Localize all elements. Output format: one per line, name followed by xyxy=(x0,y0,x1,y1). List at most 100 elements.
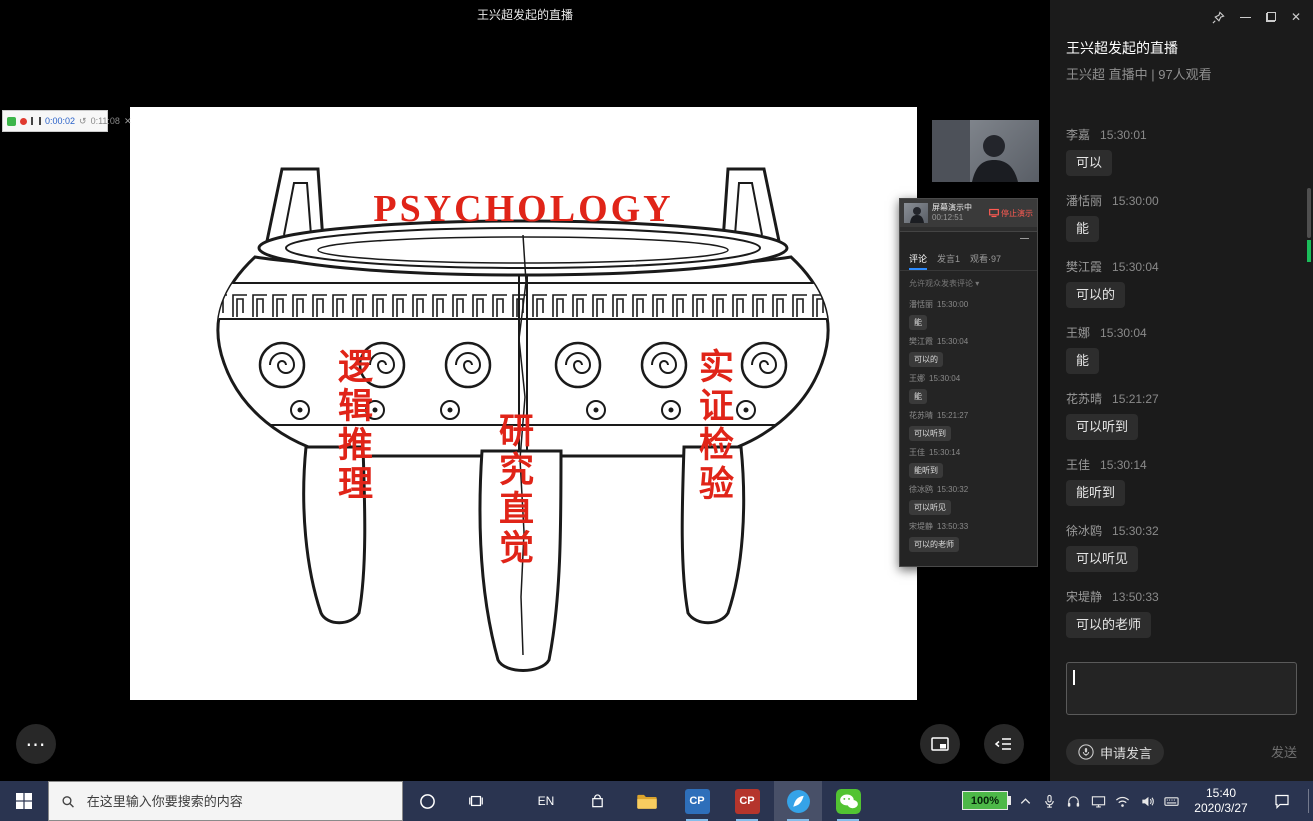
message-bubble: 可以的老师 xyxy=(1066,612,1151,638)
mini-chat-message: 徐冰鸥 15:30:32 可以听见 xyxy=(909,484,1028,517)
tray-network-icon[interactable] xyxy=(1113,793,1131,809)
mini-chat-message: 宋堤静13:50:33 可以的老师 xyxy=(909,521,1028,554)
mini-message-bubble: 能听到 xyxy=(909,463,943,478)
message-time: 15:21:27 xyxy=(1112,392,1159,406)
mini-tab-viewers[interactable]: 观看·97 xyxy=(970,252,1001,265)
show-desktop-button[interactable] xyxy=(1308,789,1309,813)
share-duration: 00:12:51 xyxy=(932,213,972,223)
request-speak-label: 申请发言 xyxy=(1100,743,1152,762)
chat-input[interactable] xyxy=(1067,663,1296,714)
task-view-button[interactable] xyxy=(452,781,500,821)
mini-chat-message: 潘恬丽15:30:00 能 xyxy=(909,299,1028,332)
restore-icon[interactable] xyxy=(1266,12,1276,22)
tray-display-icon[interactable] xyxy=(1089,793,1107,809)
mini-message-time: 15:30:00 xyxy=(937,300,968,309)
send-button[interactable]: 发送 xyxy=(1271,742,1297,761)
presenter-video-tile[interactable] xyxy=(932,120,1039,182)
undo-icon[interactable]: ↺ xyxy=(79,116,87,127)
minimize-icon[interactable] xyxy=(1240,17,1251,18)
desktop: 王兴超发起的直播 xyxy=(0,0,1313,821)
mini-tab-speaking[interactable]: 发言1 xyxy=(937,252,960,265)
mini-message-time: 15:30:32 xyxy=(937,485,968,494)
chat-panel-toggle-button[interactable] xyxy=(984,724,1024,764)
tray-keyboard-icon[interactable] xyxy=(1162,793,1180,809)
text-caret xyxy=(1073,670,1075,685)
stream-title-overlay: 王兴超发起的直播 xyxy=(0,6,1050,23)
message-author: 王娜 xyxy=(1066,326,1090,340)
live-chat-sidebar: ✕ 王兴超发起的直播 王兴超 直播中 | 97人观看 李嘉15:30:01 可以… xyxy=(1050,0,1313,781)
mini-message-time: 15:30:04 xyxy=(937,337,968,346)
message-time: 13:50:33 xyxy=(1112,590,1159,604)
pin-icon[interactable] xyxy=(1212,11,1225,24)
meeting-app-icon[interactable] xyxy=(774,781,822,821)
slide-title: PSYCHOLOGY xyxy=(130,187,917,231)
search-input[interactable] xyxy=(85,793,390,810)
mini-message-bubble: 可以听见 xyxy=(909,500,951,515)
pause-icon[interactable] xyxy=(31,117,41,125)
cortana-button[interactable] xyxy=(403,781,451,821)
layout-icon xyxy=(930,734,950,754)
mini-message-time: 15:30:14 xyxy=(929,448,960,457)
screen-recorder-toolbar[interactable]: 0:00:02 ↺ 0:11:08 ✕ xyxy=(2,110,108,132)
recorder-close-icon[interactable]: ✕ xyxy=(124,116,132,127)
mini-message-bubble: 能 xyxy=(909,389,927,404)
record-indicator-icon xyxy=(20,118,27,125)
mic-icon xyxy=(1078,744,1094,760)
store-icon[interactable] xyxy=(573,781,621,821)
message-time: 15:30:01 xyxy=(1100,128,1147,142)
language-indicator[interactable]: EN xyxy=(530,781,562,821)
mini-chat-message: 樊江霞15:30:04 可以的 xyxy=(909,336,1028,369)
file-explorer-icon[interactable] xyxy=(623,781,671,821)
chat-message: 宋堤静 13:50:33 可以的老师 xyxy=(1066,588,1294,638)
mini-message-author: 徐冰鸥 xyxy=(909,485,933,494)
recorder-total: 0:11:08 xyxy=(91,116,120,126)
close-icon[interactable]: ✕ xyxy=(1291,11,1301,23)
share-status-text: 屏幕演示中 xyxy=(932,203,972,213)
compass-icon xyxy=(786,789,811,814)
tray-headset-icon[interactable] xyxy=(1064,793,1082,809)
share-thumbnail xyxy=(904,203,928,223)
allow-comments-dropdown[interactable]: 允许观众发表评论 ▾ xyxy=(900,271,1037,291)
task-view-icon xyxy=(468,793,484,809)
chat-message: 李嘉 15:30:01 可以 xyxy=(1066,126,1294,176)
mini-message-bubble: 可以的 xyxy=(909,352,943,367)
chat-scrollbar[interactable] xyxy=(1307,188,1311,238)
message-time: 15:30:14 xyxy=(1100,458,1147,472)
action-center-icon[interactable] xyxy=(1260,781,1304,821)
mini-message-bubble: 可以的老师 xyxy=(909,537,959,552)
request-speak-button[interactable]: 申请发言 xyxy=(1066,739,1164,765)
tray-volume-icon[interactable] xyxy=(1138,793,1156,809)
tray-chevron-up-icon[interactable] xyxy=(1016,793,1034,809)
taskbar-clock[interactable]: 15:40 2020/3/27 xyxy=(1186,786,1256,816)
mini-tab-comments[interactable]: 评论 xyxy=(909,252,927,265)
mini-minimize-icon[interactable] xyxy=(1020,238,1029,239)
message-bubble: 可以 xyxy=(1066,150,1112,176)
start-button[interactable] xyxy=(0,781,48,821)
layout-toggle-button[interactable] xyxy=(920,724,960,764)
live-stage: 王兴超发起的直播 xyxy=(0,0,1050,781)
tray-mic-icon[interactable] xyxy=(1040,793,1058,809)
stop-share-button[interactable]: 停止演示 xyxy=(989,208,1033,219)
mini-message-bubble: 可以听到 xyxy=(909,426,951,441)
battery-indicator[interactable]: 100% xyxy=(962,791,1008,810)
chat-input-box[interactable] xyxy=(1066,662,1297,715)
message-author: 潘恬丽 xyxy=(1066,194,1102,208)
recorder-app-icon xyxy=(7,117,16,126)
cp-badge: CP xyxy=(735,789,760,814)
cp-red-app-icon[interactable]: CP xyxy=(723,781,771,821)
chat-message: 徐冰鸥15:30:32 可以听见 xyxy=(1066,522,1294,572)
more-options-button[interactable]: ⋯ xyxy=(16,724,56,764)
message-author: 宋堤静 xyxy=(1066,590,1102,604)
clock-time: 15:40 xyxy=(1186,786,1256,801)
message-author: 李嘉 xyxy=(1066,128,1090,142)
taskbar-search[interactable] xyxy=(48,781,403,821)
cp-blue-app-icon[interactable]: CP xyxy=(673,781,721,821)
message-bubble: 可以的 xyxy=(1066,282,1125,308)
search-icon xyxy=(61,794,75,809)
allow-comments-label: 允许观众发表评论 xyxy=(909,279,973,288)
wechat-icon[interactable] xyxy=(824,781,872,821)
presenter-silhouette xyxy=(932,120,1039,182)
chat-message: 潘恬丽15:30:00 能 xyxy=(1066,192,1294,242)
clock-date: 2020/3/27 xyxy=(1186,801,1256,816)
stream-title: 王兴超发起的直播 xyxy=(1066,38,1178,58)
